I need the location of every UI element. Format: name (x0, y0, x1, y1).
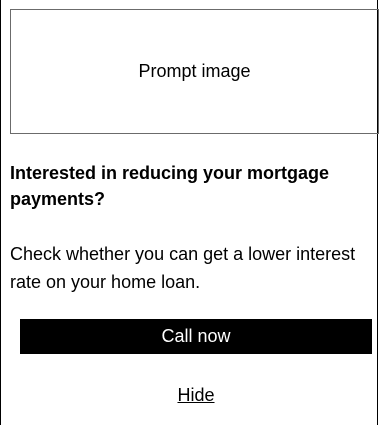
prompt-headline: Interested in reducing your mortgage pay… (10, 163, 330, 209)
prompt-card: Prompt image Interested in reducing your… (0, 0, 379, 425)
call-now-button[interactable]: Call now (20, 319, 372, 354)
prompt-image-placeholder: Prompt image (10, 9, 379, 134)
prompt-body-text: Check whether you can get a lower intere… (10, 244, 356, 292)
prompt-image-label: Prompt image (138, 61, 251, 81)
hide-link[interactable]: Hide (1, 385, 379, 406)
